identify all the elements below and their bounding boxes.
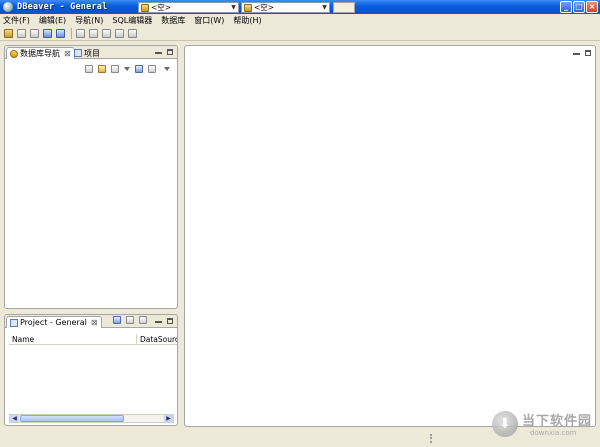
commit-icon[interactable] xyxy=(89,28,98,38)
maximize-panel-icon[interactable] xyxy=(167,47,173,58)
projects-icon xyxy=(74,49,82,57)
project-icon xyxy=(10,318,18,327)
link-with-editor-icon[interactable] xyxy=(139,316,147,324)
menu-window[interactable]: 窗口(W) xyxy=(194,15,224,26)
horizontal-scrollbar[interactable]: ◀ ▶ xyxy=(9,414,174,423)
status-bar-grip xyxy=(430,434,432,443)
transaction-mode-icon[interactable] xyxy=(115,28,124,38)
filter-icon[interactable] xyxy=(111,65,119,73)
link-with-editor-icon[interactable] xyxy=(148,65,156,73)
navigator-toolbar xyxy=(85,65,170,73)
chevron-down-icon[interactable] xyxy=(124,67,130,71)
close-tab-icon[interactable]: ⊠ xyxy=(91,318,98,327)
download-arrow-icon: ⬇ xyxy=(492,410,518,437)
maximize-button[interactable]: □ xyxy=(573,1,585,13)
project-tabbar: Project - General ⊠ xyxy=(5,315,177,328)
new-sql-editor-icon[interactable] xyxy=(43,28,52,38)
connect-icon[interactable] xyxy=(17,28,26,38)
chevron-down-icon[interactable]: ▼ xyxy=(320,3,329,12)
open-sql-icon[interactable] xyxy=(56,28,65,38)
scroll-right-icon[interactable]: ▶ xyxy=(164,415,173,422)
dbeaver-app-icon xyxy=(3,2,13,12)
menu-navigate[interactable]: 导航(N) xyxy=(75,15,103,26)
editor-area-controls xyxy=(573,48,591,59)
navigator-panel-controls xyxy=(155,47,173,58)
minimize-panel-icon[interactable] xyxy=(573,48,580,59)
minimize-panel-icon[interactable] xyxy=(155,316,162,327)
watermark: ⬇ 当下软件园 downxia.com xyxy=(492,410,592,437)
connect-datasource-icon[interactable] xyxy=(85,65,93,73)
collapse-all-icon[interactable] xyxy=(113,316,121,324)
window-title: DBeaver - General xyxy=(17,2,108,12)
scrollbar-thumb[interactable] xyxy=(20,415,124,422)
tab-database-navigator[interactable]: 数据库导航 ⊠ xyxy=(6,47,75,59)
maximize-panel-icon[interactable] xyxy=(167,316,173,327)
navigator-icon xyxy=(10,49,18,58)
configure-columns-icon[interactable] xyxy=(126,316,134,324)
tab-projects-label: 项目 xyxy=(84,48,100,58)
project-panel-controls xyxy=(155,316,173,327)
active-schema-combo[interactable]: <空> ▼ xyxy=(241,2,330,13)
project-general-panel: Project - General ⊠ Name DataSource ◀ ▶ xyxy=(4,314,178,426)
datasource-combo-value: <空> xyxy=(151,3,172,12)
project-table-header: Name DataSource xyxy=(9,334,177,345)
schema-combo-value: <空> xyxy=(254,3,275,12)
main-toolbar xyxy=(0,26,600,41)
minimize-panel-icon[interactable] xyxy=(155,47,162,58)
close-tab-icon[interactable]: ⊠ xyxy=(64,49,71,58)
menu-bar: 文件(F) 编辑(E) 导航(N) SQL编辑器 数据库 窗口(W) 帮助(H) xyxy=(0,14,600,26)
window-controls: _ □ × xyxy=(560,1,598,13)
cancel-query-icon[interactable] xyxy=(128,28,137,38)
chevron-down-icon[interactable]: ▼ xyxy=(229,3,238,12)
view-menu-icon[interactable] xyxy=(164,67,170,71)
print-icon[interactable] xyxy=(76,28,85,38)
menu-file[interactable]: 文件(F) xyxy=(3,15,30,26)
editor-area[interactable] xyxy=(184,45,596,427)
tab-database-navigator-label: 数据库导航 xyxy=(20,49,60,58)
watermark-main-text: 当下软件园 xyxy=(522,414,593,429)
column-header-datasource[interactable]: DataSource xyxy=(137,334,177,344)
tab-project-general[interactable]: Project - General ⊠ xyxy=(6,316,102,328)
rollback-icon[interactable] xyxy=(102,28,111,38)
database-icon xyxy=(141,3,149,12)
menu-edit[interactable]: 编辑(E) xyxy=(39,15,66,26)
new-connection-icon[interactable] xyxy=(4,28,13,38)
close-button[interactable]: × xyxy=(586,1,598,13)
menu-database[interactable]: 数据库 xyxy=(161,15,185,26)
scroll-left-icon[interactable]: ◀ xyxy=(10,415,19,422)
tab-project-general-label: Project - General xyxy=(20,318,87,327)
navigator-tabbar: 数据库导航 ⊠ 项目 xyxy=(5,46,177,59)
empty-toolbar-field[interactable] xyxy=(333,2,355,13)
disconnect-icon[interactable] xyxy=(30,28,39,38)
active-datasource-combo[interactable]: <空> ▼ xyxy=(138,2,239,13)
minimize-button[interactable]: _ xyxy=(560,1,572,13)
column-header-name[interactable]: Name xyxy=(9,334,137,344)
project-toolbar xyxy=(113,316,147,324)
menu-sql-editor[interactable]: SQL编辑器 xyxy=(112,15,152,26)
schema-icon xyxy=(244,3,252,12)
toolbar-separator xyxy=(71,27,72,39)
new-connection-icon[interactable] xyxy=(98,65,106,73)
watermark-sub-text: downxia.com xyxy=(530,429,577,437)
tab-projects[interactable]: 项目 xyxy=(71,47,103,59)
menu-help[interactable]: 帮助(H) xyxy=(233,15,261,26)
database-navigator-panel: 数据库导航 ⊠ 项目 xyxy=(4,45,178,309)
maximize-panel-icon[interactable] xyxy=(585,48,591,59)
collapse-all-icon[interactable] xyxy=(135,65,143,73)
